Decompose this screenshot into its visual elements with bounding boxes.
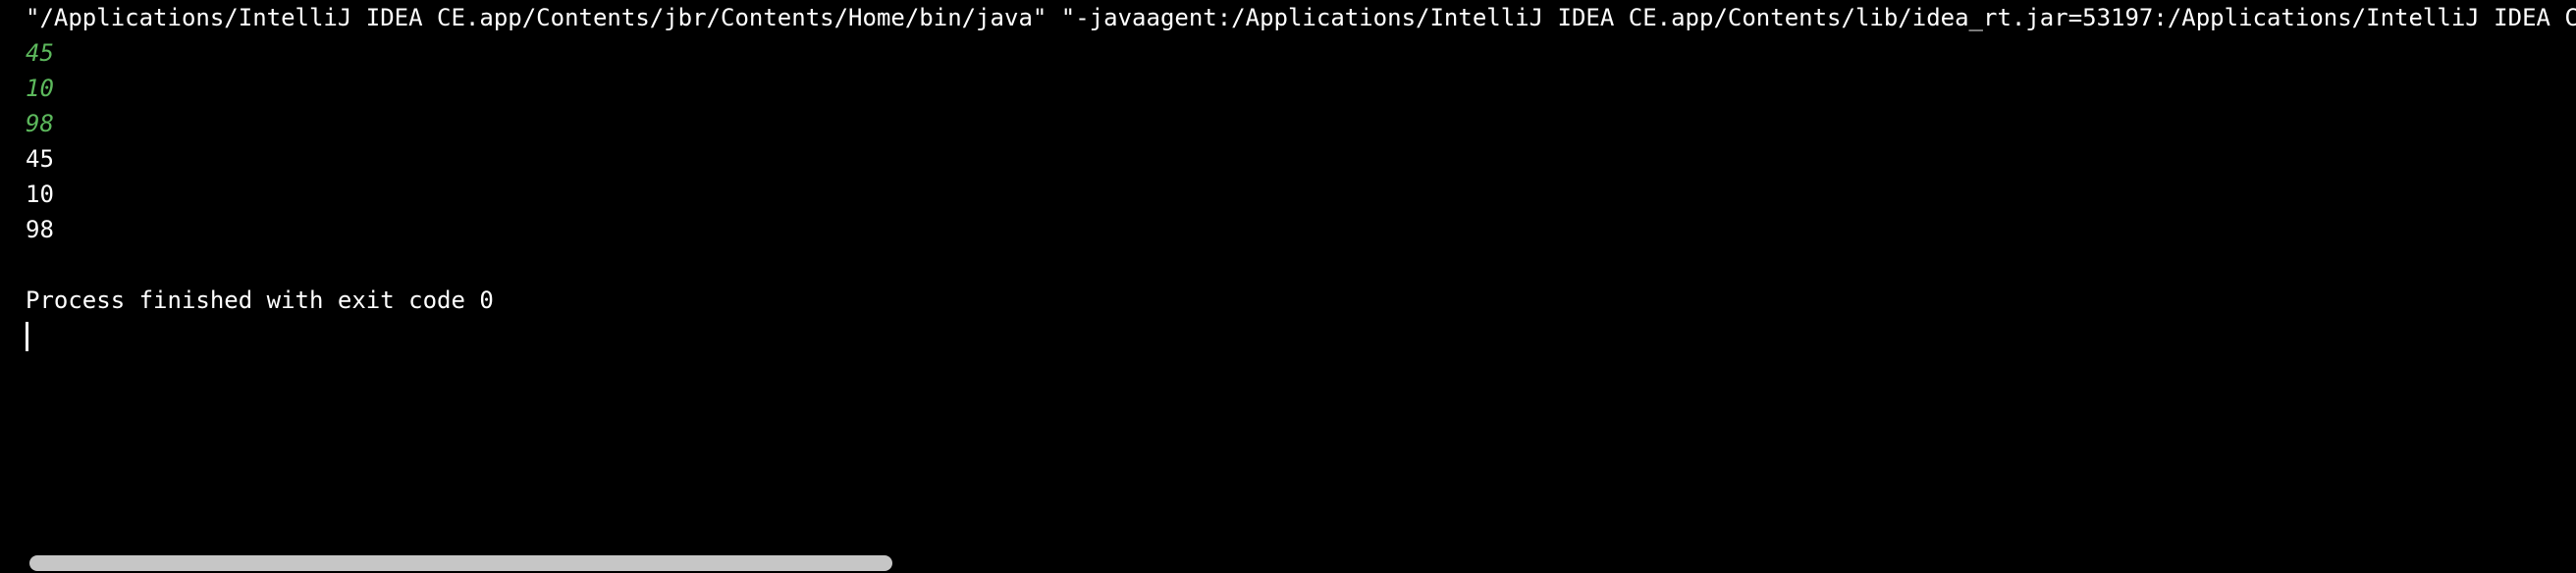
user-input-line: 98 — [26, 110, 54, 137]
exit-message: Process finished with exit code 0 — [26, 286, 494, 314]
run-console[interactable]: "/Applications/IntelliJ IDEA CE.app/Cont… — [0, 0, 2576, 573]
console-output[interactable]: "/Applications/IntelliJ IDEA CE.app/Cont… — [26, 0, 2576, 535]
program-output-line: 98 — [26, 216, 54, 243]
input-caret-line[interactable] — [26, 318, 2576, 353]
program-output-line: 10 — [26, 181, 54, 208]
user-input-line: 10 — [26, 75, 54, 102]
user-input-line: 45 — [26, 39, 54, 67]
text-caret — [26, 322, 28, 351]
scrollbar-thumb[interactable] — [29, 555, 892, 571]
program-output-line: 45 — [26, 145, 54, 173]
java-command-line: "/Applications/IntelliJ IDEA CE.app/Cont… — [26, 4, 2576, 31]
horizontal-scrollbar[interactable] — [0, 549, 2576, 573]
